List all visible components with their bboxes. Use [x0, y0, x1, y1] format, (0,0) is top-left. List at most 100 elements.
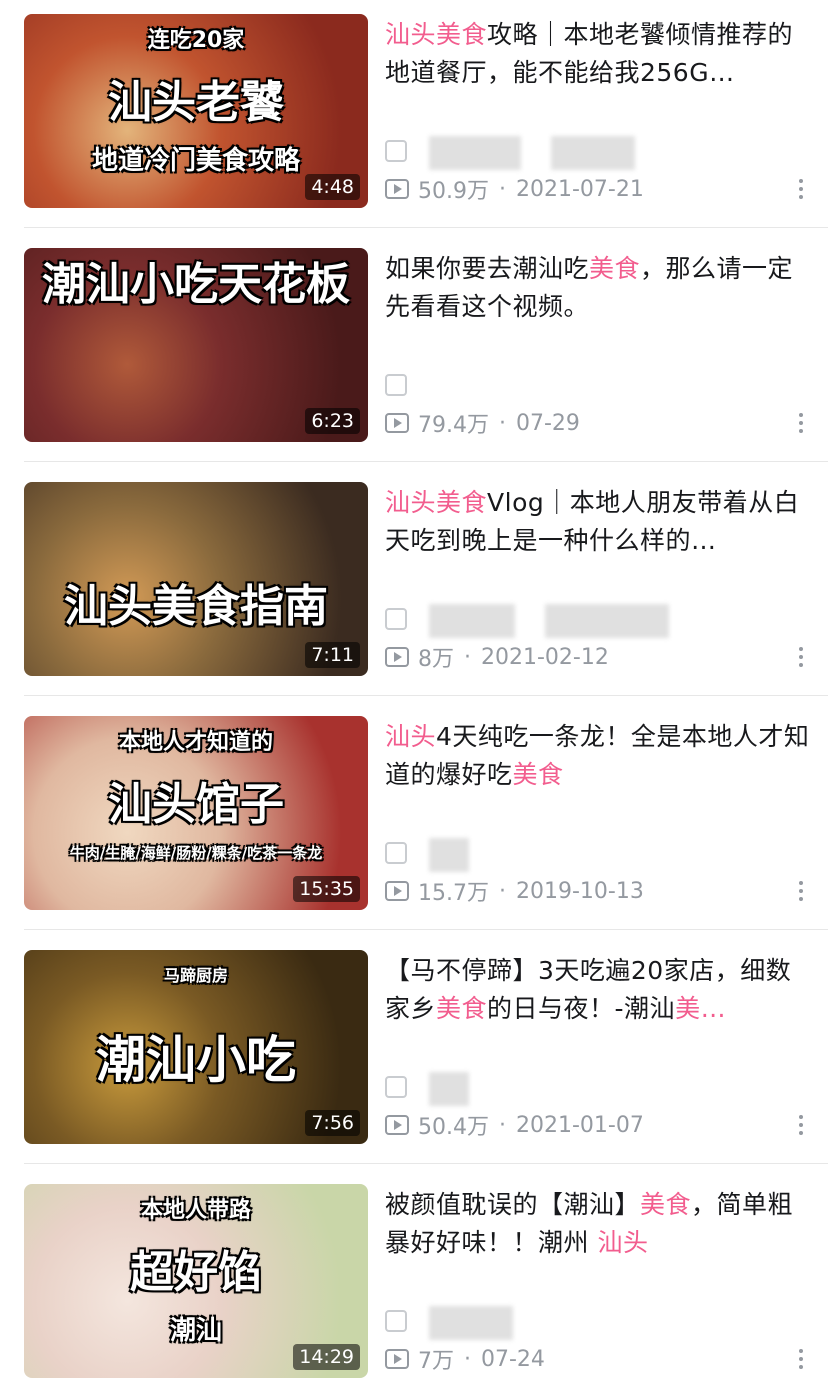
more-options-icon[interactable] — [798, 1349, 804, 1373]
video-thumbnail[interactable]: 连吃20家 汕头老饕 地道冷门美食攻略 4:48 — [24, 14, 368, 208]
play-count-icon — [385, 881, 409, 901]
more-options-icon[interactable] — [798, 179, 804, 203]
title-keyword-highlight: 汕头美食 — [385, 20, 488, 49]
meta-separator: · — [464, 644, 471, 670]
video-card[interactable]: 潮汕小吃天花板 6:23 如果你要去潮汕吃美食，那么请一定先看看这个视频。 79.4万… — [24, 248, 828, 444]
list-divider — [24, 929, 828, 930]
meta-separator: · — [499, 176, 506, 202]
thumbnail-caption: 汕头美食指南 — [64, 581, 328, 632]
publish-date: 2021-07-21 — [516, 176, 644, 202]
uploader-row[interactable] — [385, 1072, 585, 1106]
publish-date: 2019-10-13 — [516, 878, 644, 904]
video-thumbnail[interactable]: 潮汕小吃天花板 6:23 — [24, 248, 368, 442]
title-keyword-highlight: 汕头 — [597, 1228, 649, 1257]
video-meta: 50.9万 · 2021-07-21 — [385, 174, 644, 204]
thumbnail-caption: 潮汕小吃 — [96, 1031, 296, 1089]
thumbnail-caption: 马蹄厨房 — [163, 966, 228, 985]
video-duration: 7:56 — [305, 1110, 360, 1136]
view-count: 7万 — [418, 1349, 454, 1374]
uploader-name-blurred — [545, 604, 669, 638]
title-text: 的日与夜！-潮汕 — [487, 994, 676, 1023]
video-card[interactable]: 汕头美食指南 7:11 汕头美食Vlog｜本地人朋友带着从白天吃到晚上是一种什么样的… — [24, 482, 828, 678]
title-keyword-highlight: 美食 — [589, 254, 641, 283]
title-keyword-highlight: 美食 — [436, 994, 488, 1023]
publish-date: 2021-02-12 — [481, 644, 609, 670]
uploader-icon — [385, 1310, 407, 1332]
title-text: 4天纯吃一条龙！全是本地人才知道的爆好吃 — [385, 722, 810, 789]
video-card[interactable]: 本地人带路超好馅潮汕 14:29 被颜值耽误的【潮汕】美食，简单粗暴好好味！！潮州 … — [24, 1184, 828, 1380]
video-meta: 15.7万 · 2019-10-13 — [385, 876, 644, 906]
play-count-icon — [385, 413, 409, 433]
thumbnail-caption: 汕头馆子 — [108, 779, 284, 830]
meta-separator: · — [499, 1112, 506, 1138]
meta-separator: · — [499, 410, 506, 436]
video-title[interactable]: 被颜值耽误的【潮汕】美食，简单粗暴好好味！！潮州 汕头 — [385, 1186, 815, 1262]
uploader-row[interactable] — [385, 838, 585, 872]
thumbnail-caption: 牛肉/生腌/海鲜/肠粉/粿条/吃茶一条龙 — [69, 844, 323, 862]
play-count-icon — [385, 1349, 409, 1369]
meta-separator: · — [499, 878, 506, 904]
title-keyword-highlight: 汕头美食 — [385, 488, 488, 517]
video-list: 连吃20家 汕头老饕 地道冷门美食攻略 4:48 汕头美食攻略｜本地老饕倾情推荐的地道餐… — [0, 0, 828, 1382]
thumbnail-caption: 超好馅 — [130, 1247, 262, 1298]
video-duration: 6:23 — [305, 408, 360, 434]
video-card[interactable]: 本地人才知道的 汕头馆子 牛肉/生腌/海鲜/肠粉/粿条/吃茶一条龙 15:35 汕头4天… — [24, 716, 828, 912]
title-keyword-highlight: 美… — [675, 994, 727, 1023]
video-title[interactable]: 汕头美食Vlog｜本地人朋友带着从白天吃到晚上是一种什么样的… — [385, 484, 815, 560]
play-count-icon — [385, 179, 409, 199]
uploader-name-blurred — [429, 1072, 469, 1106]
video-thumbnail[interactable]: 汕头美食指南 7:11 — [24, 482, 368, 676]
video-duration: 4:48 — [305, 174, 360, 200]
uploader-icon — [385, 374, 407, 396]
uploader-row[interactable] — [385, 370, 585, 400]
view-count: 79.4万 — [418, 413, 489, 438]
video-title[interactable]: 如果你要去潮汕吃美食，那么请一定先看看这个视频。 — [385, 250, 815, 326]
more-options-icon[interactable] — [798, 1115, 804, 1139]
thumbnail-caption: 潮汕小吃天花板 — [42, 259, 350, 310]
video-meta: 79.4万 · 07-29 — [385, 408, 580, 438]
video-title[interactable]: 汕头4天纯吃一条龙！全是本地人才知道的爆好吃美食 — [385, 718, 815, 794]
uploader-icon — [385, 608, 407, 630]
title-text: 如果你要去潮汕吃 — [385, 254, 590, 283]
view-count: 8万 — [418, 647, 454, 672]
more-options-icon[interactable] — [798, 647, 804, 671]
video-title[interactable]: 汕头美食攻略｜本地老饕倾情推荐的地道餐厅，能不能给我256G… — [385, 16, 815, 92]
publish-date: 07-29 — [516, 410, 580, 436]
uploader-row[interactable] — [385, 136, 635, 170]
video-meta: 7万 · 07-24 — [385, 1344, 545, 1374]
uploader-name-blurred — [429, 838, 469, 872]
thumbnail-caption: 本地人带路 — [140, 1198, 251, 1223]
video-card[interactable]: 马蹄厨房潮汕小吃 7:56 【马不停蹄】3天吃遍20家店，细数家乡美食的日与夜！-潮… — [24, 950, 828, 1146]
uploader-name-blurred — [429, 136, 521, 170]
video-duration: 7:11 — [305, 642, 360, 668]
video-thumbnail[interactable]: 本地人带路超好馅潮汕 14:29 — [24, 1184, 368, 1378]
thumbnail-caption: 潮汕 — [169, 1316, 222, 1346]
uploader-name-blurred — [429, 1306, 513, 1340]
uploader-icon — [385, 1076, 407, 1098]
more-options-icon[interactable] — [798, 881, 804, 905]
view-count: 50.9万 — [418, 179, 489, 204]
meta-separator: · — [464, 1346, 471, 1372]
thumbnail-caption: 地道冷门美食攻略 — [91, 146, 300, 176]
video-meta: 8万 · 2021-02-12 — [385, 642, 609, 672]
uploader-name-blurred — [429, 604, 515, 638]
list-divider — [24, 695, 828, 696]
uploader-name-blurred — [551, 136, 635, 170]
uploader-row[interactable] — [385, 1306, 585, 1340]
play-count-icon — [385, 1115, 409, 1135]
video-card[interactable]: 连吃20家 汕头老饕 地道冷门美食攻略 4:48 汕头美食攻略｜本地老饕倾情推荐的地道餐… — [24, 14, 828, 210]
video-thumbnail[interactable]: 本地人才知道的 汕头馆子 牛肉/生腌/海鲜/肠粉/粿条/吃茶一条龙 15:35 — [24, 716, 368, 910]
view-count: 50.4万 — [418, 1115, 489, 1140]
video-title[interactable]: 【马不停蹄】3天吃遍20家店，细数家乡美食的日与夜！-潮汕美… — [385, 952, 815, 1028]
title-text: 被颜值耽误的【潮汕】 — [385, 1190, 641, 1219]
list-divider — [24, 1163, 828, 1164]
uploader-row[interactable] — [385, 604, 669, 638]
list-divider — [24, 461, 828, 462]
video-meta: 50.4万 · 2021-01-07 — [385, 1110, 644, 1140]
video-thumbnail[interactable]: 马蹄厨房潮汕小吃 7:56 — [24, 950, 368, 1144]
view-count: 15.7万 — [418, 881, 489, 906]
uploader-icon — [385, 842, 407, 864]
video-duration: 14:29 — [293, 1344, 360, 1370]
more-options-icon[interactable] — [798, 413, 804, 437]
play-count-icon — [385, 647, 409, 667]
